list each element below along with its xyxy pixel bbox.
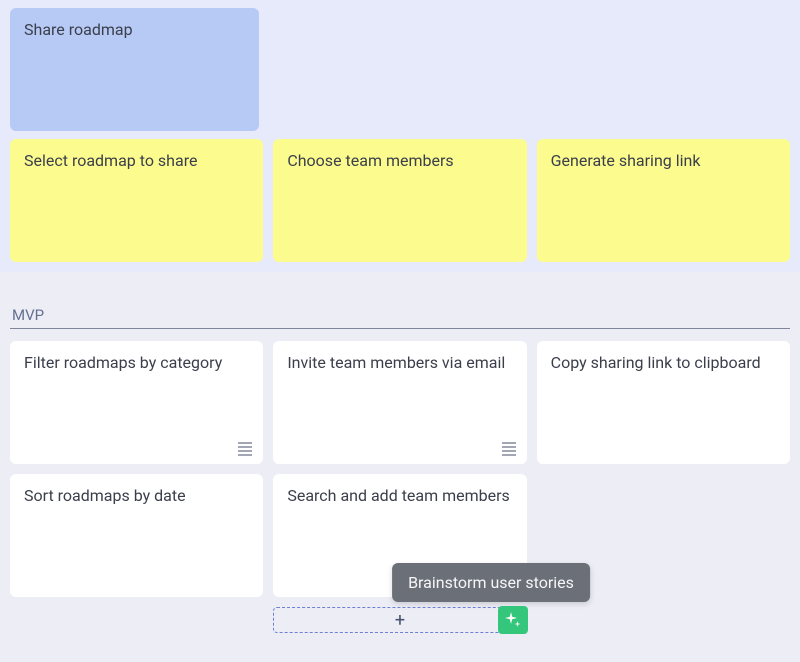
description-icon (501, 442, 517, 456)
story-card-title: Invite team members via email (287, 353, 505, 372)
brainstorm-ai-button[interactable] (498, 606, 528, 634)
feature-card[interactable]: Generate sharing link (537, 139, 790, 262)
story-cards-grid: Filter roadmaps by category Invite team … (10, 341, 790, 597)
feature-card-title: Generate sharing link (551, 151, 701, 170)
story-card[interactable]: Copy sharing link to clipboard (537, 341, 790, 464)
section-label: MVP (10, 306, 790, 328)
story-card-title: Copy sharing link to clipboard (551, 353, 761, 372)
feature-card-title: Choose team members (287, 151, 453, 170)
feature-card[interactable]: Select roadmap to share (10, 139, 263, 262)
story-card[interactable]: Sort roadmaps by date (10, 474, 263, 597)
add-card-button[interactable]: + (273, 607, 526, 633)
add-card-zone: Brainstorm user stories + (10, 607, 790, 633)
story-card[interactable]: Filter roadmaps by category (10, 341, 263, 464)
plus-icon: + (395, 610, 405, 631)
epic-card[interactable]: Share roadmap (10, 8, 259, 131)
story-card-title: Sort roadmaps by date (24, 486, 186, 505)
feature-cards-row: Select roadmap to share Choose team memb… (10, 139, 790, 262)
sparkle-icon (505, 612, 521, 628)
story-card[interactable]: Invite team members via email (273, 341, 526, 464)
story-card-title: Search and add team members (287, 486, 509, 505)
section-divider (10, 328, 790, 329)
feature-card[interactable]: Choose team members (273, 139, 526, 262)
description-icon (237, 442, 253, 456)
feature-card-title: Select roadmap to share (24, 151, 197, 170)
top-story-band: Share roadmap Select roadmap to share Ch… (0, 0, 800, 272)
release-section: MVP Filter roadmaps by category Invite t… (0, 272, 800, 633)
story-card-title: Filter roadmaps by category (24, 353, 222, 372)
epic-card-title: Share roadmap (24, 20, 133, 39)
brainstorm-tooltip: Brainstorm user stories (392, 563, 590, 602)
